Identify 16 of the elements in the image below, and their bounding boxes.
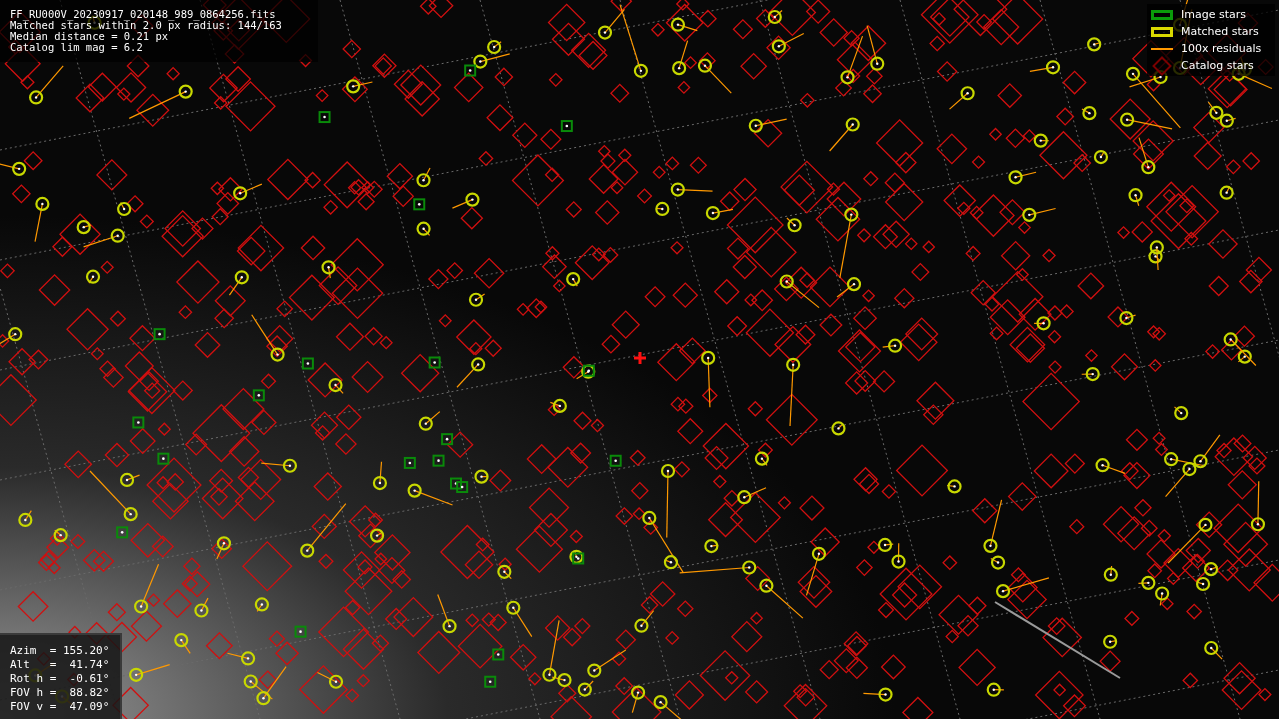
pointing-text: Alt = 41.74° (10, 658, 111, 672)
info-text: Median distance = 0.21 px (10, 31, 169, 42)
pointing-text: FOV v = 47.09° (10, 700, 111, 714)
info-text: Catalog lim mag = 6.2 (10, 42, 144, 53)
pointing-text: Azim = 155.20° (10, 644, 111, 658)
info-text: FF_RU000V_20230917_020148_989_0864256.fits (10, 9, 277, 20)
legend-label: Image stars (1181, 8, 1246, 21)
legend-label: Catalog stars (1181, 59, 1254, 72)
legend-label: Matched stars (1181, 25, 1259, 38)
pointing-text: Rot h = -0.61° (10, 672, 111, 686)
pointing-text: FOV h = 88.82° (10, 686, 111, 700)
image-star-swatch-icon (1151, 9, 1173, 20)
residual-line-icon (1151, 47, 1173, 50)
legend-label: 100x residuals (1181, 42, 1262, 55)
info-text: Matched stars within 2.0 px radius: 144/163 (10, 20, 283, 31)
matched-star-swatch-icon (1151, 26, 1173, 37)
